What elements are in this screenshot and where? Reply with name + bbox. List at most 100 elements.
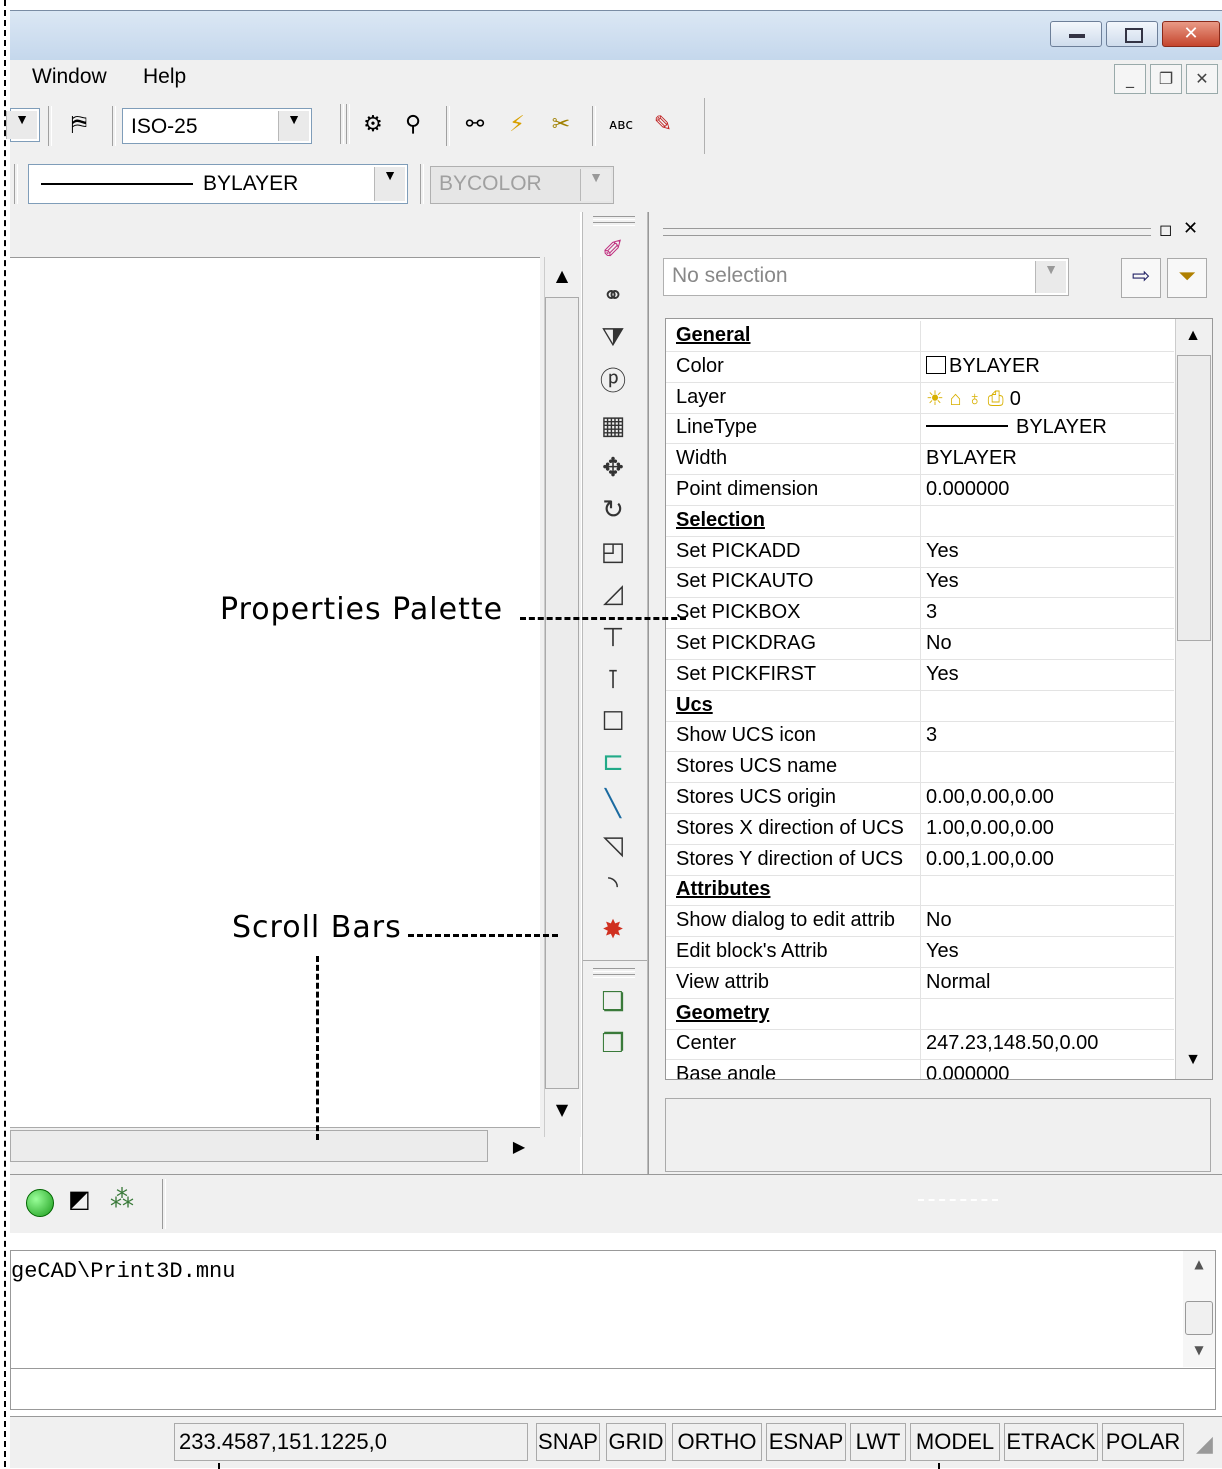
command-scroll-thumb[interactable] [1185, 1301, 1213, 1335]
bring-front-icon[interactable]: ❏ [593, 982, 633, 1022]
status-grid[interactable]: GRID [606, 1423, 666, 1461]
property-row[interactable]: Set PICKADD Yes [666, 536, 1174, 568]
status-esnap[interactable]: ESNAP [766, 1423, 846, 1461]
mdi-close-icon[interactable]: ✕ [1186, 64, 1218, 94]
status-etrack[interactable]: ETRACK [1004, 1423, 1098, 1461]
property-row[interactable]: Set PICKFIRST Yes [666, 659, 1174, 691]
layer-walk-icon[interactable]: ⁂ [110, 1185, 134, 1213]
green-circle-icon[interactable] [26, 1189, 54, 1217]
scroll-up-icon[interactable]: ▲ [545, 259, 579, 293]
status-ortho[interactable]: ORTHO [672, 1423, 762, 1461]
mirror-icon[interactable]: ⧩ [593, 318, 633, 358]
dimension-toolbar: ▼ ⛿ ISO-25 ▼ ⚙ ⚲ ⚯ ⚡ ✂ ᴀʙᴄ ✎ [6, 98, 1222, 155]
property-row[interactable]: Width BYLAYER [666, 444, 1174, 476]
status-polar[interactable]: POLAR [1102, 1423, 1184, 1461]
move-icon[interactable]: ✥ [593, 448, 633, 488]
property-row[interactable]: Stores X direction of UCS 1.00,0.00,0.00 [666, 813, 1174, 845]
status-lwt[interactable]: LWT [850, 1423, 906, 1461]
menu-help[interactable]: Help [143, 65, 186, 89]
wand-icon[interactable]: ⚡ [500, 108, 534, 142]
close-button[interactable]: ✕ [1162, 21, 1220, 47]
scroll-up-icon[interactable]: ▲ [1183, 1257, 1215, 1271]
palette-close-icon[interactable]: ✕ [1183, 218, 1198, 239]
status-snap[interactable]: SNAP [536, 1423, 600, 1461]
category-row: Attributes [666, 875, 1174, 907]
scale-icon[interactable]: ◰ [593, 532, 633, 572]
command-scrollbar[interactable]: ▲ ▼ [1183, 1251, 1215, 1367]
property-row[interactable]: Show UCS icon 3 [666, 721, 1174, 753]
plotstyle-select[interactable]: BYCOLOR ▼ [430, 166, 614, 204]
fillet-icon[interactable]: ◝ [593, 866, 633, 906]
scroll-down-icon[interactable]: ▼ [545, 1093, 579, 1127]
property-row[interactable]: Color BYLAYER [666, 351, 1174, 383]
scroll-down-icon[interactable]: ▼ [1183, 1343, 1215, 1357]
scroll-up-icon[interactable]: ▲ [1176, 319, 1210, 353]
grid-scrollbar[interactable]: ▲ ▼ [1175, 319, 1212, 1079]
property-row[interactable]: LineType BYLAYER [666, 413, 1174, 445]
filter-icon[interactable]: ⏷ [1167, 258, 1207, 298]
vertical-scrollbar[interactable]: ▲ ▼ [544, 257, 581, 1137]
category-row: General [666, 321, 1174, 352]
layer-states-icon[interactable]: ◩ [68, 1185, 91, 1213]
property-row[interactable]: Set PICKDRAG No [666, 629, 1174, 660]
trim-icon[interactable]: ✂ [544, 108, 578, 142]
column-divider [920, 598, 921, 629]
grid-scroll-thumb[interactable] [1177, 355, 1211, 641]
selection-select[interactable]: No selection ▼ [663, 258, 1069, 296]
property-row[interactable]: View attrib Normal [666, 967, 1174, 999]
break-at-point-icon[interactable]: ⊏ [593, 742, 633, 782]
attach-icon[interactable]: ⚙ [356, 108, 390, 142]
property-name: Stores X direction of UCS [676, 816, 904, 839]
property-value-text: No [926, 632, 952, 654]
partial-dropdown[interactable]: ▼ [6, 108, 40, 142]
stretch-icon[interactable]: ◿ [593, 574, 633, 614]
spell-icon[interactable]: ᴀʙᴄ [604, 108, 638, 142]
property-row[interactable]: Stores Y direction of UCS 0.00,1.00,0.00 [666, 844, 1174, 876]
linetype-value: BYLAYER [203, 172, 299, 195]
command-line-input[interactable] [10, 1368, 1216, 1410]
break-icon[interactable]: ☐ [593, 702, 633, 742]
property-row[interactable]: Center 247.23,148.50,0.00 [666, 1029, 1174, 1061]
hscroll-thumb[interactable] [10, 1130, 488, 1162]
scroll-right-icon[interactable]: ▶ [502, 1130, 536, 1164]
property-row[interactable]: Point dimension 0.000000 [666, 475, 1174, 506]
property-row[interactable]: Base angle 0.000000 [666, 1060, 1174, 1079]
select-icon[interactable]: ⚯ [458, 108, 492, 142]
send-back-icon[interactable]: ❐ [593, 1024, 633, 1064]
property-row[interactable]: Edit block's Attrib Yes [666, 937, 1174, 968]
erase-icon[interactable]: ✐ [593, 230, 633, 270]
text-style-icon[interactable]: ✎ [646, 108, 680, 142]
mdi-minimize-icon[interactable]: _ [1114, 64, 1146, 94]
quick-select-icon[interactable]: ⇨ [1121, 258, 1161, 298]
status-model[interactable]: MODEL [910, 1423, 1000, 1461]
dimstyle-select[interactable]: ISO-25 ▼ [122, 108, 312, 144]
property-row[interactable]: Stores UCS name [666, 752, 1174, 784]
copy-icon[interactable]: ⚭ [593, 276, 633, 316]
palette-float-icon[interactable]: ◻ [1159, 220, 1172, 239]
property-row[interactable]: Show dialog to edit attrib No [666, 906, 1174, 938]
horizontal-scrollbar[interactable]: ▶ [10, 1127, 540, 1166]
property-row[interactable]: Stores UCS origin 0.00,0.00,0.00 [666, 783, 1174, 814]
trim-icon[interactable]: ⊤ [593, 618, 633, 658]
mdi-restore-icon[interactable]: ❐ [1150, 64, 1182, 94]
extend-icon[interactable]: ⊺ [593, 660, 633, 700]
array-icon[interactable]: ▦ [593, 406, 633, 446]
property-row[interactable]: Set PICKBOX 3 [666, 598, 1174, 630]
rotate-icon[interactable]: ↻ [593, 490, 633, 530]
offset-icon[interactable]: ⓟ [593, 362, 633, 402]
object-snap-icon[interactable]: ⚲ [396, 108, 430, 142]
resize-grip-icon[interactable]: ◢ [1196, 1431, 1213, 1457]
scroll-down-icon[interactable]: ▼ [1176, 1043, 1210, 1077]
property-row[interactable]: Layer ☀ ⌂ ♁ ⎙ 0 [666, 382, 1174, 414]
drawing-canvas[interactable] [10, 257, 540, 1128]
dimstyle-icon[interactable]: ⛿ [62, 108, 96, 142]
maximize-button[interactable] [1106, 21, 1158, 47]
menu-window[interactable]: Window [32, 65, 107, 89]
minimize-button[interactable] [1050, 21, 1102, 47]
chamfer-line-icon[interactable]: ╲ [593, 784, 633, 824]
linetype-select[interactable]: BYLAYER ▼ [28, 164, 408, 204]
property-row[interactable]: Set PICKAUTO Yes [666, 567, 1174, 599]
scroll-thumb[interactable] [545, 297, 579, 1089]
chamfer-icon[interactable]: ◹ [593, 826, 633, 866]
explode-icon[interactable]: ✸ [593, 910, 633, 950]
